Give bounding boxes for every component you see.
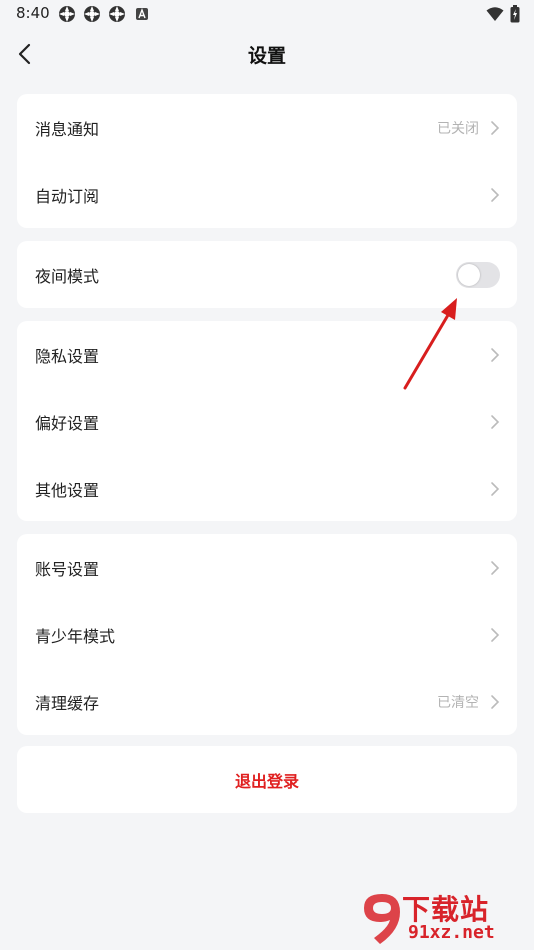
status-bar: 8:40: [0, 0, 534, 28]
chevron-right-icon: [491, 481, 500, 496]
row-label: 夜间模式: [35, 266, 100, 286]
annotation-arrow-icon: [403, 298, 457, 390]
toggle-knob: [458, 263, 480, 286]
status-right-icons: [486, 5, 520, 23]
wifi-icon: [486, 7, 504, 21]
chevron-right-icon: [491, 414, 500, 429]
settings-row-clear-cache[interactable]: 清理缓存 已清空: [17, 668, 517, 735]
chevron-right-icon: [491, 694, 500, 709]
watermark: 下载站 91xz.net: [360, 888, 530, 948]
row-label: 其他设置: [35, 480, 100, 500]
row-label: 消息通知: [35, 119, 100, 139]
settings-row-teen-mode[interactable]: 青少年模式: [17, 601, 517, 668]
row-label: 偏好设置: [35, 413, 100, 433]
nav-bar: 设置: [0, 30, 534, 78]
status-notification-icons: [58, 5, 151, 23]
a-badge-icon: [136, 8, 148, 20]
row-label: 清理缓存: [35, 693, 100, 713]
chevron-right-icon: [491, 187, 500, 202]
chevron-right-icon: [491, 627, 500, 642]
settings-group-notifications: 消息通知 已关闭 自动订阅: [17, 94, 517, 228]
chevron-right-icon: [491, 347, 500, 362]
app-notification-icon: [59, 6, 75, 22]
settings-group-account: 账号设置 青少年模式 清理缓存 已清空: [17, 534, 517, 735]
row-label: 隐私设置: [35, 346, 100, 366]
chevron-right-icon: [491, 560, 500, 575]
row-value: 已清空: [437, 694, 479, 711]
app-notification-icon: [84, 6, 100, 22]
watermark-logo-icon: [364, 894, 400, 944]
logout-label: 退出登录: [234, 771, 299, 791]
app-notification-icon: [109, 6, 125, 22]
page-title: 设置: [247, 45, 286, 67]
row-value: 已关闭: [437, 120, 479, 137]
status-time: 8:40: [16, 4, 50, 22]
logout-button[interactable]: 退出登录: [17, 746, 517, 813]
row-label: 自动订阅: [35, 186, 100, 206]
settings-row-notifications[interactable]: 消息通知 已关闭: [17, 94, 517, 161]
settings-row-other[interactable]: 其他设置: [17, 455, 517, 522]
night-mode-toggle[interactable]: [456, 261, 500, 288]
row-label: 账号设置: [35, 559, 100, 579]
chevron-right-icon: [491, 120, 500, 135]
watermark-domain: 91xz.net: [408, 922, 495, 943]
settings-row-auto-subscribe[interactable]: 自动订阅: [17, 161, 517, 228]
battery-charging-icon: [510, 5, 520, 23]
settings-row-account[interactable]: 账号设置: [17, 534, 517, 601]
row-label: 青少年模式: [35, 626, 116, 646]
